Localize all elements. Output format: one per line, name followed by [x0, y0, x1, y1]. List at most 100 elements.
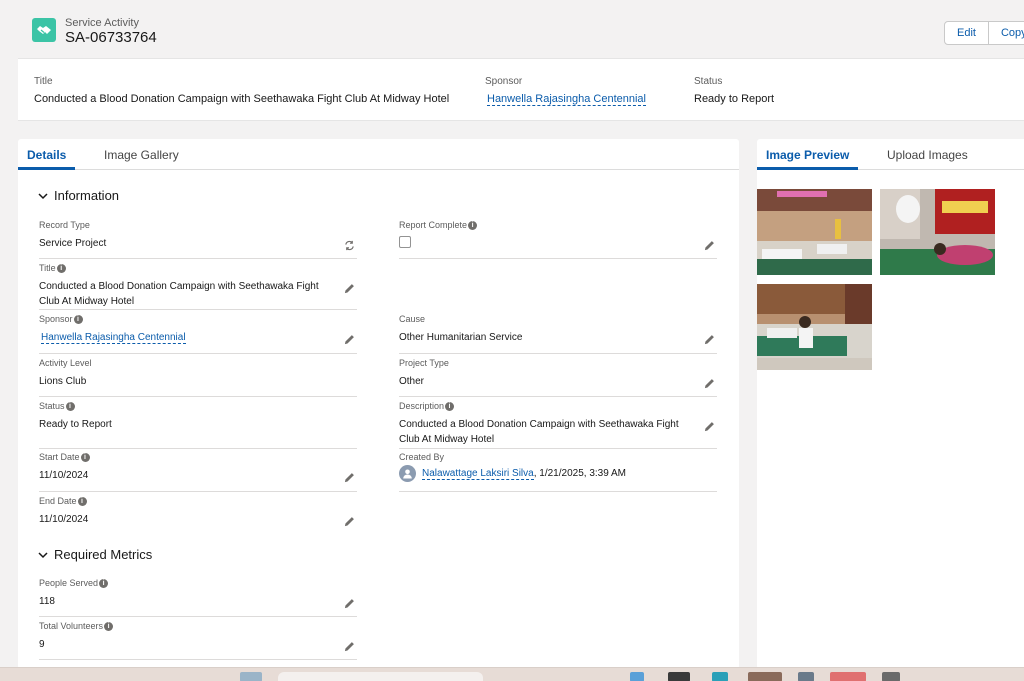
section-metrics-title: Required Metrics — [54, 547, 153, 562]
field-people-served: People Served i 118 — [39, 578, 357, 617]
main-tabs: Details Image Gallery — [18, 139, 739, 170]
field-value: Ready to Report — [39, 419, 112, 430]
field-label: People Served i — [39, 578, 357, 588]
field-label: Total Volunteers i — [39, 621, 357, 631]
field-title: Title i Conducted a Blood Donation Campai… — [39, 263, 357, 310]
user-avatar-icon — [399, 465, 416, 482]
object-type-label: Service Activity — [65, 17, 139, 29]
field-label: Start Date i — [39, 452, 357, 462]
section-information[interactable]: Information — [38, 188, 119, 203]
taskbar-icon[interactable] — [882, 672, 900, 681]
info-icon[interactable]: i — [56, 263, 66, 273]
info-icon[interactable]: i — [73, 314, 83, 324]
info-icon[interactable]: i — [99, 578, 109, 588]
report-complete-checkbox[interactable] — [399, 236, 411, 248]
gallery-image[interactable] — [880, 189, 995, 275]
tab-details[interactable]: Details — [18, 148, 76, 170]
taskbar-icon[interactable] — [668, 672, 690, 681]
edit-button[interactable]: Edit — [944, 21, 989, 45]
field-label: Title i — [39, 263, 357, 273]
field-label: Created By — [399, 452, 445, 462]
section-required-metrics[interactable]: Required Metrics — [38, 547, 152, 562]
section-information-title: Information — [54, 188, 120, 203]
field-value: 11/10/2024 — [39, 470, 89, 481]
field-sponsor: Sponsor i Hanwella Rajasingha Centennial — [39, 314, 357, 354]
highlight-sponsor-label: Sponsor — [485, 76, 523, 87]
taskbar-icon[interactable] — [798, 672, 814, 681]
field-status: Status i Ready to Report — [39, 401, 357, 449]
field-label: Record Type — [39, 220, 90, 230]
info-icon[interactable]: i — [104, 621, 114, 631]
pencil-icon[interactable] — [344, 641, 355, 652]
field-end-date: End Date i 11/10/2024 — [39, 496, 357, 530]
field-value: Conducted a Blood Donation Campaign with… — [399, 419, 679, 445]
highlight-status-value: Ready to Report — [694, 93, 775, 105]
field-label: Project Type — [399, 358, 449, 368]
highlights-panel: Title Conducted a Blood Donation Campaig… — [18, 58, 1024, 121]
copy-button[interactable]: Copy — [988, 21, 1024, 45]
gallery-image[interactable] — [757, 284, 872, 370]
pencil-icon[interactable] — [344, 516, 355, 527]
pencil-icon[interactable] — [344, 472, 355, 483]
swap-icon[interactable] — [344, 240, 355, 251]
taskbar-icon[interactable] — [748, 672, 782, 681]
created-by-user-link[interactable]: Nalawattage Laksiri Silva — [422, 468, 534, 481]
field-value: 118 — [39, 596, 55, 607]
record-name: SA-06733764 — [65, 29, 157, 46]
field-project-type: Project Type Other — [399, 358, 717, 397]
created-by-date: , 1/21/2025, 3:39 AM — [533, 468, 627, 480]
field-label: Cause — [399, 314, 426, 324]
highlight-title: Title Conducted a Blood Donation Campaig… — [34, 76, 449, 105]
taskbar-search[interactable] — [278, 672, 483, 681]
field-label: Report Complete i — [399, 220, 717, 230]
field-value: Other Humanitarian Service — [399, 332, 523, 343]
tab-image-preview[interactable]: Image Preview — [757, 148, 859, 170]
chevron-down-icon — [38, 192, 48, 199]
highlight-sponsor: Sponsor Hanwella Rajasingha Centennial — [485, 76, 646, 106]
side-tabs: Image Preview Upload Images — [757, 139, 1024, 170]
pencil-icon[interactable] — [704, 240, 715, 251]
chevron-down-icon — [38, 551, 48, 558]
pencil-icon[interactable] — [704, 421, 715, 432]
taskbar-icon[interactable] — [240, 672, 262, 681]
pencil-icon[interactable] — [344, 334, 355, 345]
field-created-by: Created By Nalawattage Laksiri Silva, 1/… — [399, 452, 717, 492]
info-icon[interactable]: i — [80, 452, 90, 462]
info-icon[interactable]: i — [77, 496, 87, 506]
field-value: Conducted a Blood Donation Campaign with… — [39, 281, 319, 307]
info-icon[interactable]: i — [65, 401, 75, 411]
field-label: Activity Level — [39, 358, 92, 368]
highlight-title-label: Title — [34, 76, 53, 87]
pencil-icon[interactable] — [344, 598, 355, 609]
pencil-icon[interactable] — [704, 378, 715, 389]
field-value: 9 — [39, 639, 45, 650]
os-taskbar — [0, 667, 1024, 681]
field-record-type: Record Type Service Project — [39, 220, 357, 259]
field-value: 11/10/2024 — [39, 514, 89, 525]
taskbar-icon[interactable] — [712, 672, 728, 681]
details-card: Details Image Gallery Information Record… — [18, 139, 739, 669]
pencil-icon[interactable] — [704, 334, 715, 345]
info-icon[interactable]: i — [468, 220, 478, 230]
field-cause: Cause Other Humanitarian Service — [399, 314, 717, 354]
sponsor-link[interactable]: Hanwella Rajasingha Centennial — [41, 332, 186, 344]
highlight-status-label: Status — [694, 76, 723, 87]
tab-upload-images[interactable]: Upload Images — [887, 148, 968, 168]
taskbar-icon[interactable] — [630, 672, 644, 681]
gallery-image[interactable] — [757, 189, 872, 275]
field-label: Sponsor i — [39, 314, 357, 324]
tab-image-gallery[interactable]: Image Gallery — [104, 148, 179, 168]
field-total-volunteers: Total Volunteers i 9 — [39, 621, 357, 660]
field-label: Description i — [399, 401, 717, 411]
image-preview-card: Image Preview Upload Images — [757, 139, 1024, 669]
field-report-complete: Report Complete i — [399, 220, 717, 259]
highlight-sponsor-link[interactable]: Hanwella Rajasingha Centennial — [487, 93, 646, 106]
field-label: Status i — [39, 401, 357, 411]
info-icon[interactable]: i — [445, 401, 455, 411]
header-actions: Edit Copy — [944, 21, 1024, 45]
field-value: Other — [399, 376, 425, 387]
taskbar-icon[interactable] — [830, 672, 866, 681]
pencil-icon[interactable] — [344, 283, 355, 294]
field-activity-level: Activity Level Lions Club — [39, 358, 357, 397]
record-header: Service Activity SA-06733764 Edit Copy — [18, 0, 1024, 58]
